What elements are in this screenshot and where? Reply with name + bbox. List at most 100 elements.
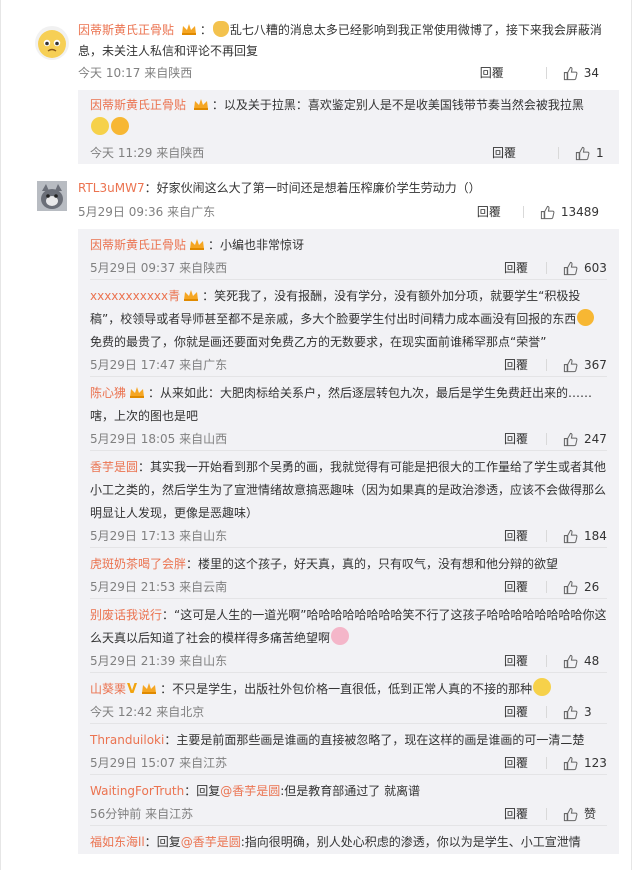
mention-link[interactable]: @香芋是圆 (220, 784, 280, 798)
reply-time: 5月29日 17:13 来自山东 (90, 529, 228, 543)
thumbs-up-icon (563, 654, 578, 668)
reply-author[interactable]: 因蒂斯黄氏正骨贴 (90, 238, 186, 252)
comment-item: 因蒂斯黄氏正骨贴 ：乱七八糟的消息太多已经影响到我正常使用微博了，接下来我会屏蔽… (1, 0, 631, 84)
reply-author[interactable]: 虎斑奶茶喝了会胖 (90, 557, 186, 571)
reply-button[interactable]: 回覆 (504, 525, 546, 547)
reply-button[interactable]: 回覆 (504, 803, 546, 825)
thumbs-up-icon (563, 756, 578, 770)
crown-badge-icon (182, 287, 200, 301)
reply-body: Thranduiloki：主要是前面那些画是谁画的直接被忽略了，现在这样的画是谁… (90, 733, 585, 747)
reply-actions: 回覆 123 (504, 752, 607, 774)
reply-actions: 回覆 603 (504, 257, 607, 279)
reply-item: 因蒂斯黄氏正骨贴 ：以及关于拉黑：喜欢鉴定别人是不是收美国钱带节奏当然会被我拉黑… (90, 90, 607, 164)
thumbs-up-icon (563, 358, 578, 372)
reply-author[interactable]: WaitingForTruth (90, 784, 184, 798)
like-button[interactable]: 34 (563, 62, 599, 84)
reply-author[interactable]: xxxxxxxxxxx青 (90, 289, 180, 303)
reply-body: 山葵栗V ：不只是学生，出版社外包价格一直很低，低到正常人真的不接的那种 (90, 678, 607, 701)
reply-item: 香芋是圆：其实我一开始看到那个吴勇的画，我就觉得有可能是把很大的工作量给了学生或… (90, 450, 607, 547)
like-count: 1 (596, 146, 604, 160)
cry-emoji-icon (577, 309, 595, 326)
reply-author[interactable]: 陈心狒 (90, 386, 126, 400)
reply-time: 5月29日 21:53 来自云南 (90, 580, 228, 594)
divider (546, 581, 547, 593)
like-button[interactable]: 26 (563, 576, 607, 598)
divider (546, 359, 547, 371)
reply-time: 5月29日 21:39 来自山东 (90, 654, 228, 668)
reply-author[interactable]: 山葵栗 (90, 682, 126, 696)
like-button[interactable]: 13489 (540, 201, 599, 223)
smile-emoji-icon (91, 117, 109, 135)
reply-time: 今天 11:29 来自陕西 (90, 146, 205, 160)
like-count: 赞 (584, 807, 597, 821)
like-button[interactable]: 123 (563, 752, 607, 774)
thumbs-up-icon (563, 705, 578, 719)
reply-button[interactable]: 回覆 (504, 428, 546, 450)
crown-badge-icon (192, 96, 210, 110)
reply-item: 因蒂斯黄氏正骨贴 ：小编也非常惊讶 5月29日 09:37 来自陕西 回覆 603 (90, 229, 607, 279)
hands-emoji-icon (111, 117, 129, 135)
reply-author[interactable]: 香芋是圆 (90, 460, 138, 474)
reply-button[interactable]: 回覆 (492, 142, 558, 164)
reply-button[interactable]: 回覆 (504, 257, 546, 279)
reply-actions: 回覆 247 (504, 428, 607, 450)
divider (545, 67, 547, 79)
like-button[interactable]: 367 (563, 354, 607, 376)
comment-meta: 5月29日 09:36 来自广东 回覆 13489 (78, 201, 615, 223)
like-button[interactable]: 3 (563, 701, 607, 723)
comment-author[interactable]: RTL3uMW7 (78, 181, 145, 195)
smile-emoji-icon (533, 678, 552, 696)
reply-body: xxxxxxxxxxx青 ：笑死我了，没有报酬，没有学分，没有额外加分项，就要学生… (90, 285, 607, 354)
like-button[interactable]: 603 (563, 257, 607, 279)
mention-link[interactable]: @香芋是圆 (181, 835, 241, 849)
thumbs-up-icon (563, 580, 578, 594)
thumbs-up-icon (563, 66, 578, 80)
reply-button[interactable]: 回覆 (504, 752, 546, 774)
divider (522, 206, 524, 218)
reply-button[interactable]: 回覆 (504, 576, 546, 598)
comment-text: 好家伙闹这么大了第一时间还是想着压榨廉价学生劳动力（） (156, 181, 481, 195)
pray-emoji-icon (212, 21, 229, 37)
divider (546, 808, 547, 820)
reply-button[interactable]: 回覆 (477, 201, 523, 223)
comment-body: RTL3uMW7：好家伙闹这么大了第一时间还是想着压榨廉价学生劳动力（） (78, 181, 481, 195)
like-button[interactable]: 48 (563, 650, 607, 672)
reply-meta: 56分钟前 来自江苏 回覆 赞 (90, 803, 607, 825)
reply-text: 不只是学生，出版社外包价格一直很低，低到正常人真的不接的那种 (172, 682, 533, 696)
reply-item: xxxxxxxxxxx青 ：笑死我了，没有报酬，没有学分，没有额外加分项，就要学生… (90, 279, 607, 376)
reply-meta: 5月29日 17:47 来自广东 回覆 367 (90, 354, 607, 376)
reply-meta: 今天 11:29 来自陕西 回覆 1 (90, 142, 607, 164)
reply-author[interactable]: 因蒂斯黄氏正骨贴 (90, 98, 186, 112)
like-button[interactable]: 赞 (563, 803, 607, 825)
reply-text: :指向很明确，别人处心积虑的渗透，你以为是学生、小工宣泄情 (240, 835, 581, 849)
like-button[interactable]: 247 (563, 428, 607, 450)
reply-author[interactable]: Thranduiloki (90, 733, 164, 747)
reply-button[interactable]: 回覆 (504, 650, 546, 672)
reply-button[interactable]: 回覆 (504, 701, 546, 723)
reply-button[interactable]: 回覆 (504, 354, 546, 376)
reply-text: :但是教育部通过了 就离谱 (280, 784, 421, 798)
reply-time: 5月29日 15:07 来自江苏 (90, 756, 228, 770)
reply-list: 因蒂斯黄氏正骨贴 ：以及关于拉黑：喜欢鉴定别人是不是收美国钱带节奏当然会被我拉黑… (78, 90, 619, 164)
like-button[interactable]: 184 (563, 525, 607, 547)
reply-item: 福如东海ll：回复@香芋是圆:指向很明确，别人处心积虑的渗透，你以为是学生、小工… (90, 825, 607, 854)
reply-actions: 回覆 184 (504, 525, 607, 547)
reply-text: 以及关于拉黑：喜欢鉴定别人是不是收美国钱带节奏当然会被我拉黑 (223, 98, 584, 112)
avatar[interactable] (37, 181, 67, 211)
thumbs-up-icon (575, 146, 590, 160)
crown-badge-icon (140, 680, 158, 694)
reply-body: 因蒂斯黄氏正骨贴 ：以及关于拉黑：喜欢鉴定别人是不是收美国钱带节奏当然会被我拉黑 (90, 94, 607, 140)
reply-author[interactable]: 别废话我说行 (90, 608, 162, 622)
divider (546, 757, 547, 769)
reply-item: 陈心狒 ：从来如此：大肥肉标给关系户，然后逐层转包九次，最后是学生免费赶出来的……… (90, 376, 607, 450)
reply-prefix: 回复 (156, 835, 181, 849)
comment-author[interactable]: 因蒂斯黄氏正骨贴 (78, 23, 174, 37)
reply-body: 虎斑奶茶喝了会胖：楼里的这个孩子，好天真，真的，只有叹气，没有想和他分辩的欲望 (90, 557, 559, 571)
reply-button[interactable]: 回覆 (480, 62, 546, 84)
like-button[interactable]: 1 (575, 142, 615, 164)
thumbs-up-icon (563, 529, 578, 543)
reply-text: 主要是前面那些画是谁画的直接被忽略了，现在这样的画是谁画的可一清二楚 (176, 733, 585, 747)
reply-author[interactable]: 福如东海ll (90, 835, 145, 849)
reply-item: WaitingForTruth：回复@香芋是圆:但是教育部通过了 就离谱 56分钟… (90, 774, 607, 825)
avatar[interactable] (35, 26, 69, 60)
